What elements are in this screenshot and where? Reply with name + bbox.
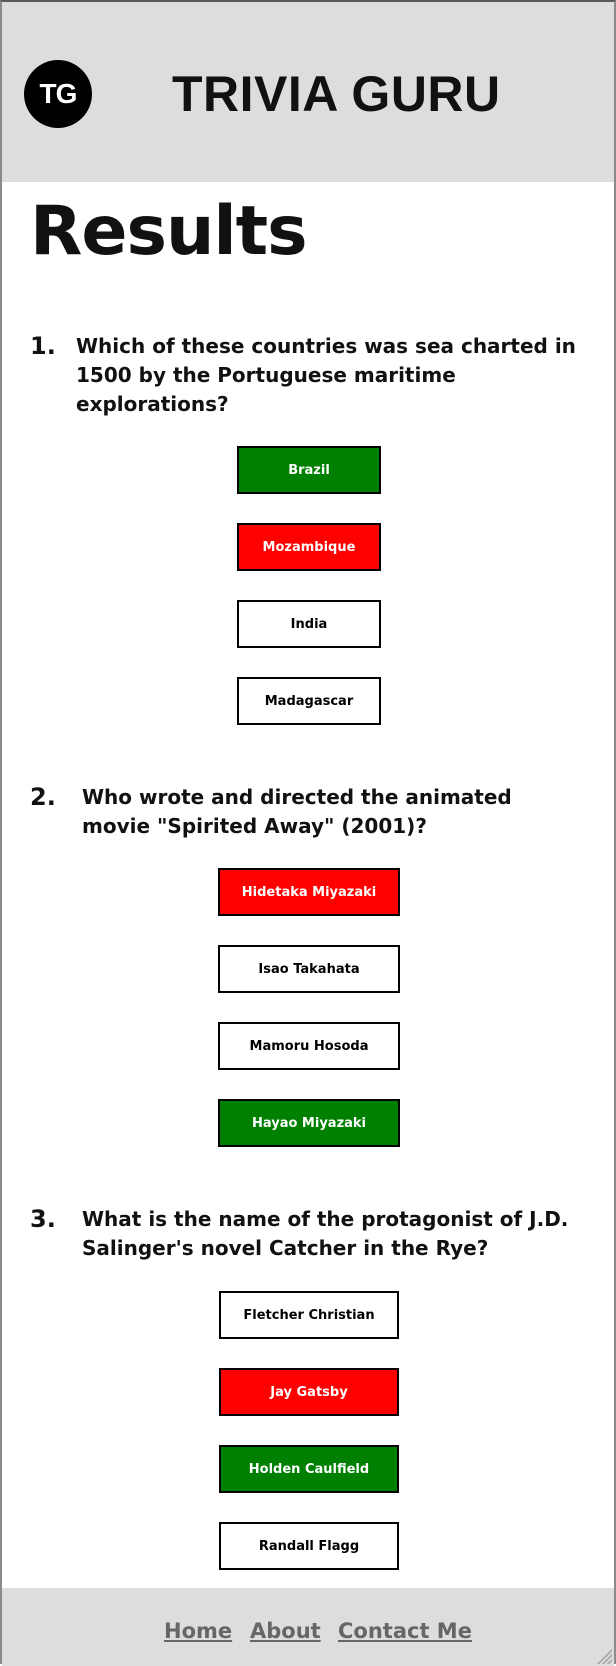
question-text: What is the name of the protagonist of J…: [82, 1207, 569, 1260]
answer-button[interactable]: Mamoru Hosoda: [218, 1022, 400, 1070]
answer-button[interactable]: Isao Takahata: [218, 945, 400, 993]
answer-button[interactable]: Madagascar: [237, 677, 381, 725]
answer-button[interactable]: India: [237, 600, 381, 648]
answer-button[interactable]: Holden Caulfield: [219, 1445, 399, 1493]
answer-button[interactable]: Jay Gatsby: [219, 1368, 399, 1416]
resize-grip-icon[interactable]: [594, 1646, 612, 1664]
footer-link-about[interactable]: About: [250, 1618, 321, 1644]
question-number: 1.: [30, 332, 56, 360]
site-title: TRIVIA GURU: [172, 66, 501, 122]
scrollbar[interactable]: [610, 182, 614, 1588]
site-header: TG TRIVIA GURU: [2, 2, 614, 182]
question-text: Who wrote and directed the animated movi…: [82, 785, 512, 838]
question-number: 3.: [30, 1205, 56, 1233]
question-number: 2.: [30, 783, 56, 811]
answer-button[interactable]: Hidetaka Miyazaki: [218, 868, 400, 916]
question-text: Which of these countries was sea charted…: [76, 334, 576, 416]
answer-button[interactable]: Fletcher Christian: [219, 1291, 399, 1339]
answer-button[interactable]: Brazil: [237, 446, 381, 494]
answer-button[interactable]: Randall Flagg: [219, 1522, 399, 1570]
logo[interactable]: TG: [24, 60, 92, 128]
site-footer: Home About Contact Me: [2, 1588, 614, 1666]
footer-link-home[interactable]: Home: [164, 1618, 232, 1644]
page-title: Results: [30, 192, 308, 271]
answer-button[interactable]: Hayao Miyazaki: [218, 1099, 400, 1147]
footer-link-contact[interactable]: Contact Me: [338, 1618, 472, 1644]
answer-button[interactable]: Mozambique: [237, 523, 381, 571]
